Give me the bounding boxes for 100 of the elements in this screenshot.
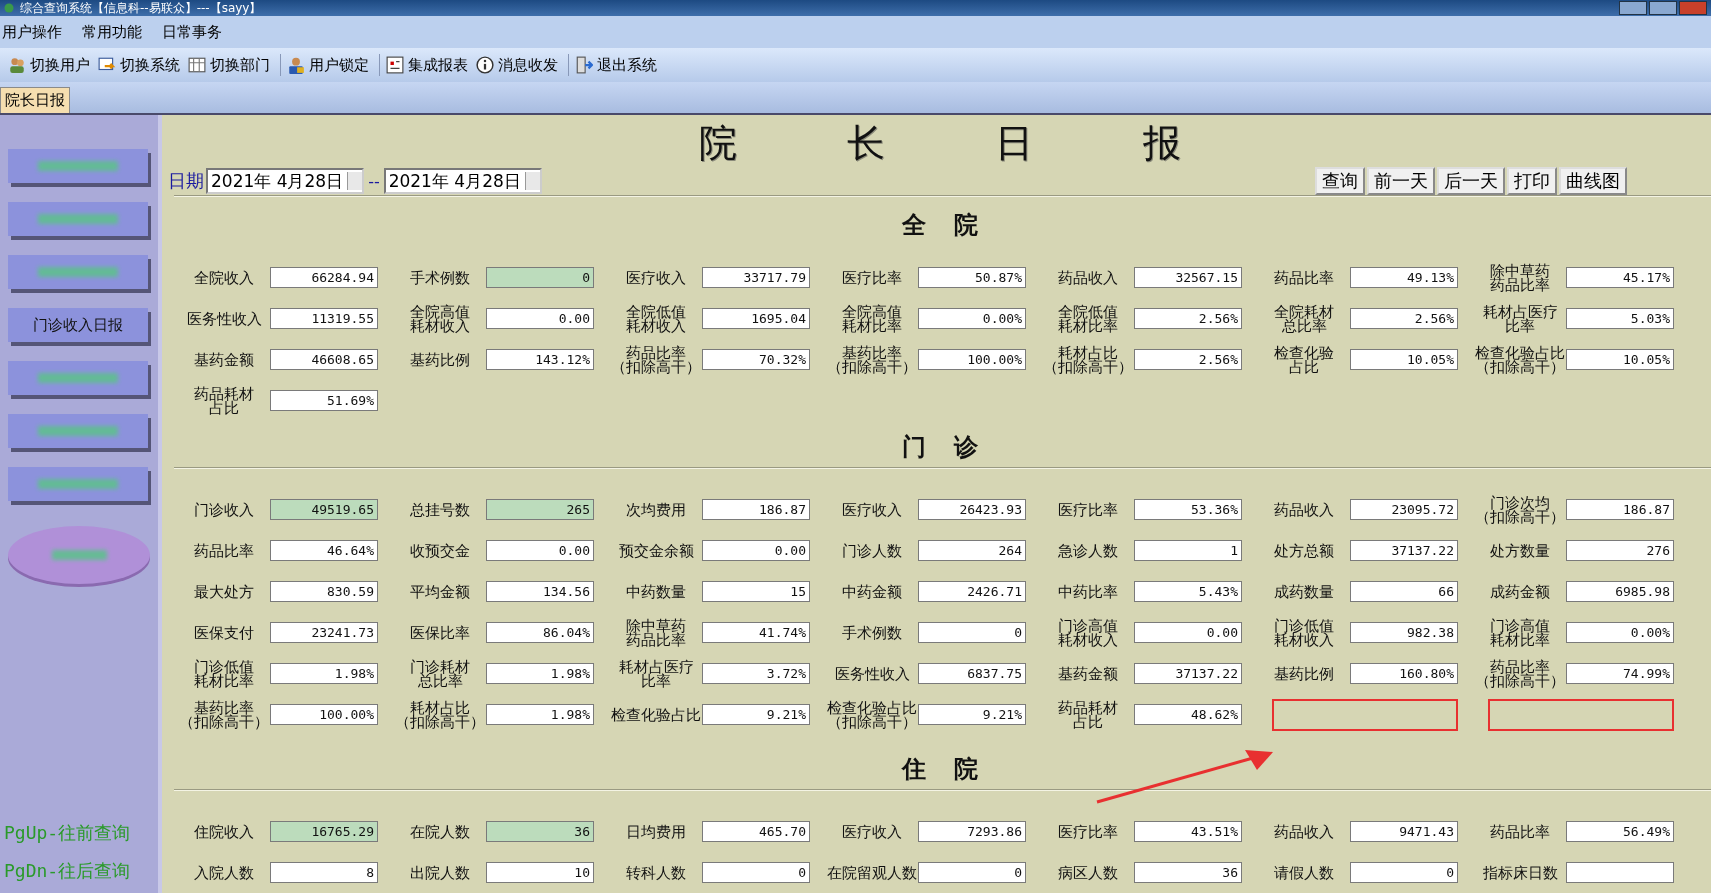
value-field[interactable]: 264 <box>918 540 1026 561</box>
report-button[interactable]: 前一天 <box>1367 167 1435 195</box>
value-field[interactable]: 0.00% <box>1566 622 1674 643</box>
value-field[interactable]: 2.56% <box>1134 308 1242 329</box>
field-label: 门诊高值 <box>1490 618 1550 633</box>
toolbar-button[interactable]: 切换用户 <box>6 55 96 75</box>
value-field[interactable]: 2.56% <box>1350 308 1458 329</box>
value-field[interactable]: 186.87 <box>1566 499 1674 520</box>
value-field[interactable]: 2.56% <box>1134 349 1242 370</box>
value-field[interactable]: 32567.15 <box>1134 267 1242 288</box>
value-field[interactable]: 37137.22 <box>1134 663 1242 684</box>
value-field[interactable]: 1.98% <box>486 704 594 725</box>
value-field[interactable]: 6837.75 <box>918 663 1026 684</box>
value-field[interactable]: 46608.65 <box>270 349 378 370</box>
report-button[interactable]: 打印 <box>1507 167 1557 195</box>
value-field[interactable]: 36 <box>1134 862 1242 883</box>
value-field[interactable]: 11319.55 <box>270 308 378 329</box>
value-field[interactable]: 0 <box>918 862 1026 883</box>
value-field[interactable]: 48.62% <box>1134 704 1242 725</box>
date-dropdown[interactable]: 2021年 4月28日 <box>206 168 365 194</box>
report-button[interactable]: 查询 <box>1315 167 1365 195</box>
value-field[interactable]: 0.00 <box>702 540 810 561</box>
field-label: （扣除高干） <box>1475 673 1565 688</box>
toolbar-button[interactable]: 集成报表 <box>384 55 474 75</box>
value-field[interactable]: 50.87% <box>918 267 1026 288</box>
close-button[interactable] <box>1679 1 1707 15</box>
restore-button[interactable] <box>1649 1 1677 15</box>
value-field[interactable]: 6985.98 <box>1566 581 1674 602</box>
toolbar-button[interactable]: 用户锁定 <box>285 55 375 75</box>
value-field[interactable]: 186.87 <box>702 499 810 520</box>
value-field[interactable]: 465.70 <box>702 821 810 842</box>
value-field[interactable]: 26423.93 <box>918 499 1026 520</box>
value-field[interactable]: 10 <box>486 862 594 883</box>
value-field[interactable]: 15 <box>702 581 810 602</box>
date-dropdown[interactable]: 2021年 4月28日 <box>383 168 542 194</box>
value-field[interactable]: 100.00% <box>918 349 1026 370</box>
value-field[interactable]: 74.99% <box>1566 663 1674 684</box>
value-field[interactable]: 100.00% <box>270 704 378 725</box>
value-field[interactable] <box>1566 862 1674 883</box>
toolbar-button[interactable]: 消息收发 <box>474 55 564 75</box>
minimize-button[interactable] <box>1619 1 1647 15</box>
value-field[interactable]: 0 <box>486 267 594 288</box>
value-field[interactable]: 0.00% <box>918 308 1026 329</box>
value-field[interactable]: 3.72% <box>702 663 810 684</box>
value-field[interactable]: 36 <box>486 821 594 842</box>
value-field[interactable]: 265 <box>486 499 594 520</box>
value-field[interactable]: 10.05% <box>1350 349 1458 370</box>
value-field[interactable]: 0 <box>918 622 1026 643</box>
value-field[interactable]: 7293.86 <box>918 821 1026 842</box>
value-field[interactable]: 37137.22 <box>1350 540 1458 561</box>
value-field[interactable]: 0.00 <box>486 540 594 561</box>
value-field[interactable]: 1.98% <box>486 663 594 684</box>
report-button[interactable]: 后一天 <box>1437 167 1505 195</box>
value-field[interactable]: 66 <box>1350 581 1458 602</box>
report-button[interactable]: 曲线图 <box>1559 167 1627 195</box>
value-field[interactable]: 70.32% <box>702 349 810 370</box>
toolbar-button[interactable]: 切换系统 <box>96 55 186 75</box>
value-field[interactable]: 1695.04 <box>702 308 810 329</box>
value-field[interactable]: 9.21% <box>918 704 1026 725</box>
value-field[interactable]: 134.56 <box>486 581 594 602</box>
value-field[interactable]: 0.00 <box>1134 622 1242 643</box>
user-lock-icon <box>287 56 305 74</box>
value-field[interactable]: 5.03% <box>1566 308 1674 329</box>
value-field[interactable]: 56.49% <box>1566 821 1674 842</box>
value-field[interactable]: 5.43% <box>1134 581 1242 602</box>
menu-item[interactable]: 常用功能 <box>80 22 154 42</box>
value-field[interactable]: 53.36% <box>1134 499 1242 520</box>
value-field[interactable]: 1.98% <box>270 663 378 684</box>
value-field[interactable]: 49.13% <box>1350 267 1458 288</box>
value-field[interactable]: 49519.65 <box>270 499 378 520</box>
value-field[interactable]: 2426.71 <box>918 581 1026 602</box>
value-field[interactable]: 830.59 <box>270 581 378 602</box>
value-field[interactable]: 9471.43 <box>1350 821 1458 842</box>
toolbar-button[interactable]: 切换部门 <box>186 55 276 75</box>
value-field[interactable]: 10.05% <box>1566 349 1674 370</box>
value-field[interactable]: 51.69% <box>270 390 378 411</box>
value-field[interactable]: 276 <box>1566 540 1674 561</box>
value-field[interactable]: 46.64% <box>270 540 378 561</box>
toolbar-button[interactable]: 退出系统 <box>573 55 663 75</box>
value-field[interactable]: 1 <box>1134 540 1242 561</box>
value-field[interactable]: 982.38 <box>1350 622 1458 643</box>
value-field[interactable]: 66284.94 <box>270 267 378 288</box>
value-field[interactable]: 23241.73 <box>270 622 378 643</box>
value-field[interactable]: 0 <box>702 862 810 883</box>
value-field[interactable]: 41.74% <box>702 622 810 643</box>
value-field[interactable]: 86.04% <box>486 622 594 643</box>
menu-item[interactable]: 日常事务 <box>160 22 234 42</box>
value-field[interactable]: 43.51% <box>1134 821 1242 842</box>
value-field[interactable]: 33717.79 <box>702 267 810 288</box>
value-field[interactable]: 0 <box>1350 862 1458 883</box>
value-field[interactable]: 16765.29 <box>270 821 378 842</box>
tab[interactable]: 院长日报 <box>0 87 70 113</box>
value-field[interactable]: 143.12% <box>486 349 594 370</box>
value-field[interactable]: 0.00 <box>486 308 594 329</box>
value-field[interactable]: 8 <box>270 862 378 883</box>
value-field[interactable]: 23095.72 <box>1350 499 1458 520</box>
value-field[interactable]: 9.21% <box>702 704 810 725</box>
menu-item[interactable]: 用户操作 <box>0 22 74 42</box>
value-field[interactable]: 160.80% <box>1350 663 1458 684</box>
value-field[interactable]: 45.17% <box>1566 267 1674 288</box>
